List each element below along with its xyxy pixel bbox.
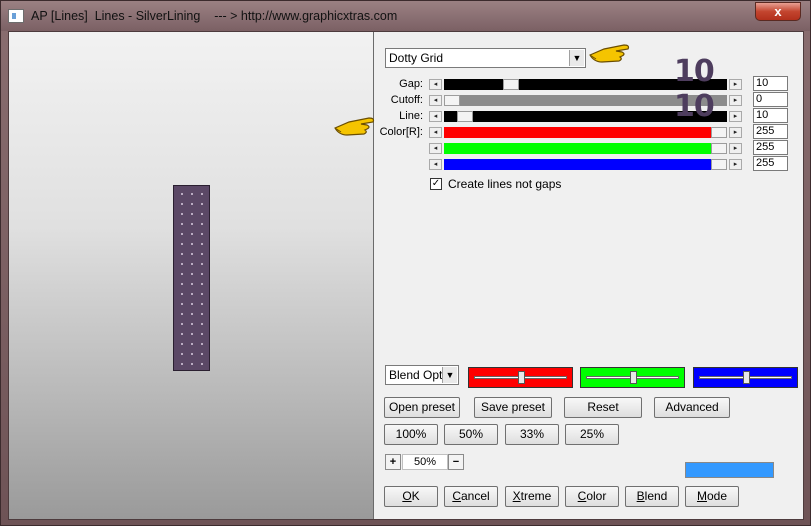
action-blend-button[interactable]: Blend [625, 486, 679, 507]
accelerator-letter: O [402, 489, 412, 503]
zoom-50-button[interactable]: 50% [444, 424, 498, 445]
accelerator-letter: M [696, 489, 707, 503]
slider-thumb[interactable] [457, 111, 473, 122]
preset-save-preset-button[interactable]: Save preset [474, 397, 552, 418]
blend-slider-thumb[interactable] [743, 371, 750, 384]
param-label: Cutoff: [390, 94, 423, 106]
param-slider[interactable]: ◂ ▸ [429, 143, 742, 154]
action-ok-button[interactable]: OK [384, 486, 438, 507]
zoom-out-button[interactable]: − [448, 454, 464, 470]
slider-left-arrow-icon[interactable]: ◂ [429, 111, 442, 122]
line-overlay-number: 10 [674, 89, 715, 124]
slider-thumb[interactable] [711, 143, 727, 154]
blend-slider[interactable] [693, 367, 798, 388]
action-xtreme-button[interactable]: Xtreme [505, 486, 559, 507]
preview-pattern-strip [173, 185, 210, 371]
blend-slider-thumb[interactable] [630, 371, 637, 384]
slider-left-arrow-icon[interactable]: ◂ [429, 95, 442, 106]
button-label-rest: olor [586, 489, 607, 503]
slider-thumb[interactable] [711, 159, 727, 170]
preset-dropdown-value: Dotty Grid [389, 51, 444, 65]
chevron-down-icon[interactable]: ▼ [569, 50, 584, 66]
blend-options-value: Blend Optio [389, 368, 445, 382]
slider-right-arrow-icon[interactable]: ▸ [729, 127, 742, 138]
slider-left-arrow-icon[interactable]: ◂ [429, 79, 442, 90]
param-slider[interactable]: ◂ ▸ [429, 127, 742, 138]
blend-options-dropdown[interactable]: Blend Optio ▼ [385, 365, 459, 385]
slider-left-arrow-icon[interactable]: ◂ [429, 127, 442, 138]
chevron-down-icon[interactable]: ▼ [442, 367, 457, 383]
slider-thumb[interactable] [444, 95, 460, 106]
param-value-field[interactable]: 0 [753, 92, 788, 107]
zoom-in-button[interactable]: + [385, 454, 401, 470]
preview-area[interactable] [9, 32, 374, 519]
slider-track[interactable] [444, 143, 727, 154]
dialog-client: Dotty Grid ▼ Gap: ◂ ▸ 10 Cutoff: ◂ ▸ 0 Line: ◂ ▸ 10… [8, 31, 804, 520]
slider-left-arrow-icon[interactable]: ◂ [429, 159, 442, 170]
action-color-button[interactable]: Color [565, 486, 619, 507]
slider-right-arrow-icon[interactable]: ▸ [729, 95, 742, 106]
create-lines-checkbox[interactable]: ✓ [430, 178, 442, 190]
blend-slider[interactable] [580, 367, 685, 388]
param-value-field[interactable]: 255 [753, 124, 788, 139]
action-mode-button[interactable]: Mode [685, 486, 739, 507]
slider-right-arrow-icon[interactable]: ▸ [729, 159, 742, 170]
slider-track[interactable] [444, 127, 727, 138]
param-label: Line: [399, 110, 423, 122]
zoom-100-button[interactable]: 100% [384, 424, 438, 445]
window-title: AP [Lines] Lines - SilverLining --- > ht… [31, 9, 398, 23]
preset-advanced-button[interactable]: Advanced [654, 397, 730, 418]
button-label-rest: K [411, 489, 420, 503]
param-label: Color[R]: [379, 126, 423, 138]
slider-thumb[interactable] [711, 127, 727, 138]
accelerator-letter: X [512, 489, 521, 503]
button-label-rest: treme [520, 489, 552, 503]
title-bar[interactable]: AP [Lines] Lines - SilverLining --- > ht… [1, 1, 810, 31]
slider-track[interactable] [444, 159, 727, 170]
pointing-hand-icon [589, 44, 630, 63]
action-cancel-button[interactable]: Cancel [444, 486, 498, 507]
slider-right-arrow-icon[interactable]: ▸ [729, 79, 742, 90]
zoom-25-button[interactable]: 25% [565, 424, 619, 445]
accelerator-letter: C [452, 489, 461, 503]
button-label-rest: ancel [460, 489, 490, 503]
preset-dropdown[interactable]: Dotty Grid ▼ [385, 48, 586, 68]
slider-left-arrow-icon[interactable]: ◂ [429, 143, 442, 154]
preset-reset-button[interactable]: Reset [564, 397, 642, 418]
zoom-value[interactable]: 50% [402, 454, 448, 470]
app-icon [8, 9, 24, 23]
param-value-field[interactable]: 10 [753, 76, 788, 91]
slider-right-arrow-icon[interactable]: ▸ [729, 143, 742, 154]
blend-slider-thumb[interactable] [518, 371, 525, 384]
preset-open-preset-button[interactable]: Open preset [384, 397, 460, 418]
param-value-field[interactable]: 255 [753, 156, 788, 171]
slider-right-arrow-icon[interactable]: ▸ [729, 111, 742, 122]
color-swatch[interactable] [685, 462, 774, 478]
button-label-rest: lend [644, 489, 668, 503]
create-lines-label: Create lines not gaps [448, 177, 562, 191]
pointing-hand-icon [334, 117, 375, 136]
param-slider[interactable]: ◂ ▸ [429, 159, 742, 170]
zoom-33-button[interactable]: 33% [505, 424, 559, 445]
param-value-field[interactable]: 10 [753, 108, 788, 123]
plugin-window: AP [Lines] Lines - SilverLining --- > ht… [0, 0, 811, 526]
settings-panel: Dotty Grid ▼ Gap: ◂ ▸ 10 Cutoff: ◂ ▸ 0 Line: ◂ ▸ 10… [334, 32, 803, 519]
param-label: Gap: [399, 78, 423, 90]
param-value-field[interactable]: 255 [753, 140, 788, 155]
blend-slider[interactable] [468, 367, 573, 388]
gap-overlay-number: 10 [674, 54, 715, 89]
close-button[interactable]: x [755, 2, 801, 21]
slider-thumb[interactable] [503, 79, 519, 90]
button-label-rest: ode [706, 489, 728, 503]
accelerator-letter: B [636, 489, 645, 503]
